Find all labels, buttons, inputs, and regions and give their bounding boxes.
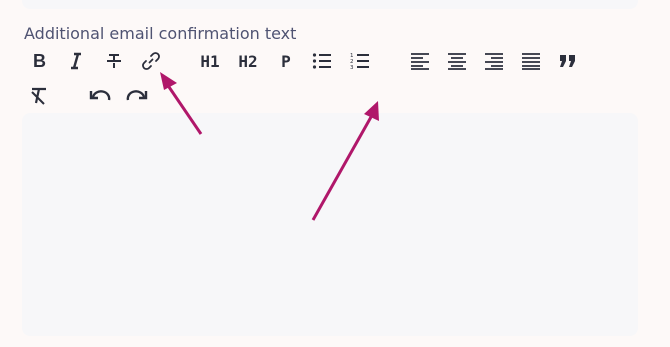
link-icon [141, 51, 161, 71]
bullet-list-icon [312, 52, 332, 70]
align-left-icon [410, 52, 430, 70]
blockquote-icon [559, 54, 577, 68]
align-justify-icon [521, 52, 541, 70]
heading2-button[interactable]: H2 [232, 47, 264, 75]
link-button[interactable] [135, 47, 167, 75]
clear-format-button[interactable] [23, 82, 55, 110]
undo-icon [89, 88, 111, 104]
strikethrough-icon [105, 52, 123, 70]
align-right-button[interactable] [478, 47, 510, 75]
blockquote-button[interactable] [552, 47, 584, 75]
heading2-icon: H2 [238, 51, 258, 71]
italic-icon [67, 52, 85, 70]
heading1-icon: H1 [200, 51, 220, 71]
redo-button[interactable] [121, 82, 153, 110]
strikethrough-button[interactable] [98, 47, 130, 75]
align-center-icon [447, 52, 467, 70]
heading1-button[interactable]: H1 [194, 47, 226, 75]
svg-text:3: 3 [350, 65, 354, 70]
italic-button[interactable] [60, 47, 92, 75]
align-center-button[interactable] [441, 47, 473, 75]
bold-icon: B [30, 52, 48, 70]
paragraph-icon: P [281, 51, 291, 71]
paragraph-button[interactable]: P [270, 47, 302, 75]
align-justify-button[interactable] [515, 47, 547, 75]
undo-button[interactable] [84, 82, 116, 110]
field-label: Additional email confirmation text [24, 24, 297, 43]
svg-text:B: B [33, 52, 46, 70]
numbered-list-icon: 1 2 3 [350, 52, 370, 70]
bold-button[interactable]: B [23, 47, 55, 75]
align-left-button[interactable] [404, 47, 436, 75]
numbered-list-button[interactable]: 1 2 3 [344, 47, 376, 75]
align-right-icon [484, 52, 504, 70]
clear-format-icon [29, 87, 49, 105]
rich-text-editor[interactable] [22, 113, 638, 336]
bullet-list-button[interactable] [306, 47, 338, 75]
redo-icon [126, 88, 148, 104]
previous-field-box [22, 0, 638, 9]
